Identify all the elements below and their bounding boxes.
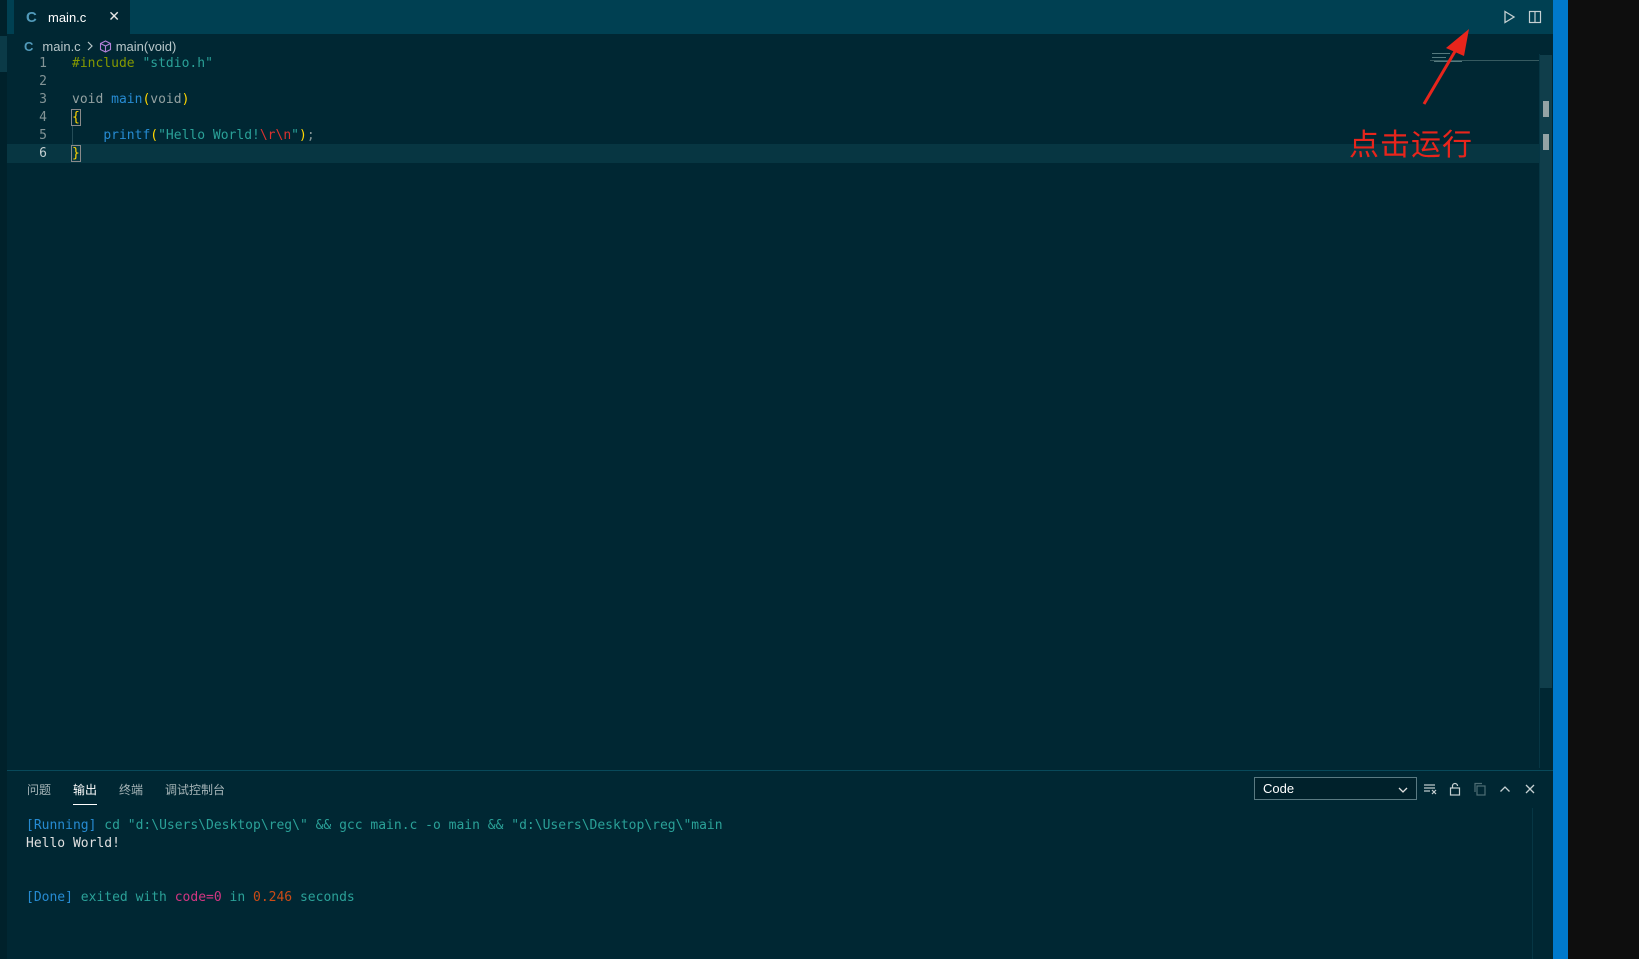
c-file-icon: C: [24, 38, 34, 54]
c-file-icon: C: [26, 8, 37, 26]
minimap-line: [1432, 53, 1450, 54]
token-string: ": [291, 128, 299, 143]
minimap[interactable]: [1430, 52, 1540, 66]
tab-debug-console[interactable]: 调试控制台: [165, 781, 225, 805]
output-seconds: seconds: [292, 890, 355, 905]
panel-actions: [1422, 780, 1538, 798]
code-line: 2: [7, 72, 1539, 91]
select-value: Code: [1263, 781, 1295, 796]
token-paren: ): [299, 128, 307, 143]
token-brace: }: [71, 145, 81, 162]
output-line-running: [Running] cd "d:\Users\Desktop\reg\" && …: [26, 817, 723, 835]
indent-guide: [72, 126, 73, 145]
chevron-up-icon[interactable]: [1497, 780, 1513, 798]
chevron-right-icon: [86, 41, 94, 51]
breadcrumb-symbol[interactable]: main(void): [116, 39, 177, 54]
code-line-current: 6 }: [7, 144, 1539, 163]
token-string: "stdio.h": [142, 56, 213, 71]
panel-scrollbar[interactable]: [1532, 808, 1533, 959]
line-number: 3: [39, 92, 47, 107]
screen-edge: [1553, 0, 1639, 959]
tab-output[interactable]: 输出: [73, 781, 98, 805]
tab-terminal[interactable]: 终端: [119, 781, 143, 805]
token-paren: (: [150, 128, 159, 143]
line-number: 5: [39, 128, 47, 143]
scroll-marker: [1543, 101, 1549, 117]
lock-icon[interactable]: [1447, 780, 1463, 798]
panel-tabs: 问题 输出 终端 调试控制台: [27, 781, 225, 805]
line-number: 2: [39, 74, 47, 89]
line-number: 1: [39, 56, 47, 71]
output-in: in: [221, 890, 253, 905]
bottom-panel: 问题 输出 终端 调试控制台 Code [Running] cd "d:\Use…: [7, 770, 1553, 959]
output-exit-code: code=0: [174, 890, 222, 905]
activity-strip: [0, 0, 7, 959]
token-escape: \r\n: [259, 128, 292, 143]
line-number: 4: [39, 110, 47, 125]
token-include: #include: [72, 56, 135, 71]
code-line: 4 {: [7, 108, 1539, 127]
minimap-line: [1434, 61, 1462, 62]
accent-edge: [1553, 0, 1568, 959]
code-editor[interactable]: 1 #include "stdio.h" 2 3 void main(void)…: [7, 54, 1539, 768]
tab-main-c[interactable]: C main.c ✕: [14, 0, 130, 34]
activity-marker: [0, 36, 7, 72]
output-done-tag: [Done]: [26, 890, 73, 905]
tab-bar: C main.c ✕: [7, 0, 1623, 34]
breadcrumb-file[interactable]: main.c: [42, 39, 80, 54]
token-function: main: [111, 92, 143, 107]
output-running-tag: [Running]: [26, 818, 97, 833]
code-line: 3 void main(void): [7, 90, 1539, 109]
minimap-line: [1432, 57, 1446, 58]
run-icon[interactable]: [1501, 7, 1517, 27]
token-brace: {: [71, 109, 81, 126]
copy-icon: [1472, 780, 1488, 798]
output-time: 0.246: [253, 890, 293, 905]
line-number: 6: [39, 146, 47, 161]
clear-output-icon[interactable]: [1422, 780, 1438, 798]
split-editor-icon[interactable]: [1527, 7, 1543, 27]
annotation-label: 点击运行: [1349, 128, 1473, 163]
tab-label: main.c: [48, 9, 87, 25]
output-exited: exited with: [72, 890, 175, 905]
token-string: "Hello World!: [158, 128, 260, 143]
output-line-done: [Done] exited with code=0 in 0.246 secon…: [26, 889, 355, 907]
token-function: printf: [103, 128, 151, 143]
tab-problems[interactable]: 问题: [27, 781, 51, 805]
token-keyword: void: [150, 92, 182, 107]
token-paren: ): [181, 92, 190, 107]
scroll-marker: [1543, 134, 1549, 150]
breadcrumb: C main.c main(void): [24, 37, 176, 55]
token-keyword: void: [72, 92, 104, 107]
minimap-slider[interactable]: [1430, 60, 1539, 61]
code-line: 5 printf("Hello World!\r\n");: [7, 126, 1539, 145]
output-channel-select[interactable]: Code: [1254, 777, 1417, 800]
code-line: 1 #include "stdio.h": [7, 54, 1539, 73]
cube-icon: [99, 39, 112, 53]
close-panel-icon[interactable]: [1522, 780, 1538, 798]
token-semicolon: ;: [306, 128, 315, 143]
output-line-hello: Hello World!: [26, 836, 120, 851]
chevron-down-icon: [1397, 781, 1409, 802]
output-command: cd "d:\Users\Desktop\reg\" && gcc main.c…: [96, 818, 723, 833]
close-icon[interactable]: ✕: [108, 8, 120, 25]
